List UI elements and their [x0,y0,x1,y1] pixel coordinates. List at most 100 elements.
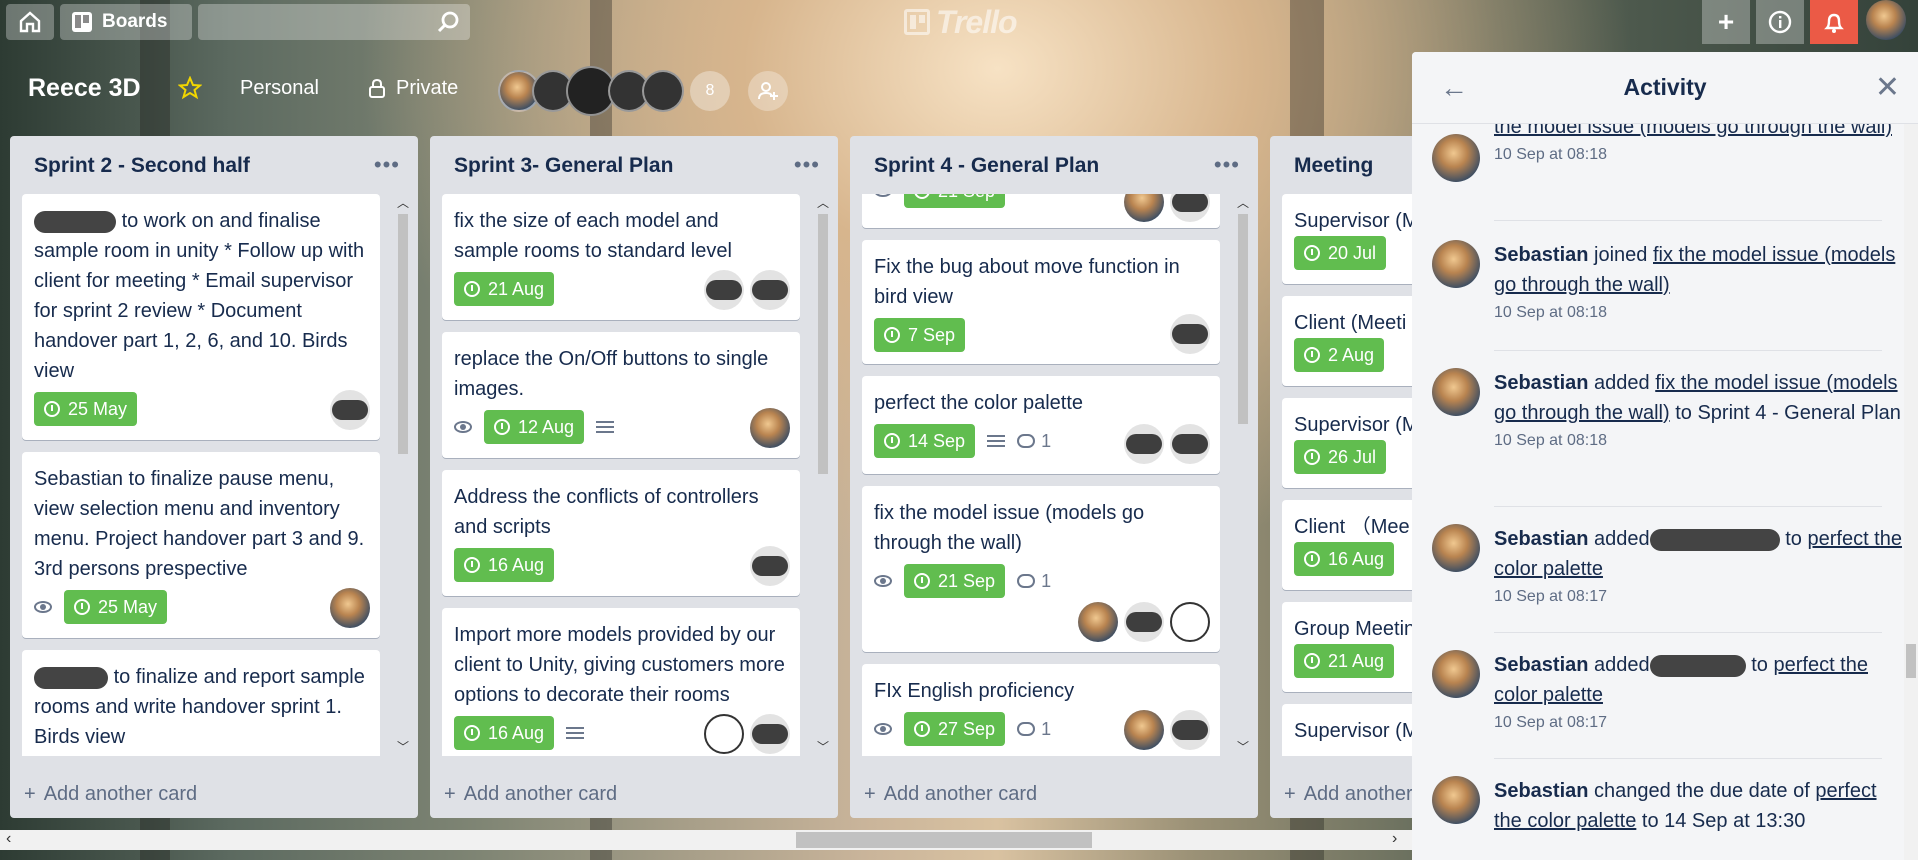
boards-button[interactable]: Boards [60,4,192,40]
due-date-badge[interactable]: 20 Jul [1294,236,1387,270]
member-avatar[interactable] [750,270,790,310]
card[interactable]: to finalize and report sample rooms and … [22,650,380,756]
scroll-up-arrow-icon[interactable]: ︿ [396,196,410,210]
member-avatar[interactable] [1170,424,1210,464]
due-date-badge[interactable]: 12 Aug [484,410,585,444]
add-card-button[interactable]: + Add another card [444,783,617,806]
list-menu-button[interactable]: ••• [374,152,400,178]
star-icon[interactable] [178,76,202,100]
activity-actor[interactable]: Sebastian [1494,654,1588,676]
card[interactable]: fix the model issue (models go through t… [862,486,1220,652]
info-button[interactable] [1756,0,1804,44]
member-avatar[interactable] [330,390,370,430]
due-date-badge[interactable]: 26 Jul [1294,440,1387,474]
scroll-up-arrow-icon[interactable]: ︿ [1236,196,1250,210]
due-date-badge[interactable]: 21 Aug [454,272,555,306]
member-avatar[interactable] [1170,194,1210,222]
activity-actor[interactable]: Sebastian [1494,780,1588,802]
avatar[interactable] [1432,368,1480,416]
due-date-badge[interactable]: 14 Sep [874,424,976,458]
scroll-right-arrow-icon[interactable]: › [1392,830,1397,848]
member-avatar[interactable] [750,546,790,586]
add-card-button[interactable]: + Add another card [24,783,197,806]
add-card-button[interactable]: + Add another card [864,783,1037,806]
avatar[interactable] [1432,134,1480,182]
search-icon[interactable] [436,10,460,34]
due-date-badge[interactable]: 16 Aug [454,548,555,582]
card[interactable]: to work on and finalise sample room in u… [22,194,380,440]
scroll-thumb[interactable] [1906,644,1916,678]
due-date-badge[interactable]: 21 Sep [904,194,1006,208]
list-title[interactable]: Sprint 4 - General Plan [874,154,1099,178]
scroll-up-arrow-icon[interactable]: ︿ [816,196,830,210]
member-avatar[interactable] [1170,314,1210,354]
card[interactable]: Address the conflicts of controllers and… [442,470,800,596]
board-horizontal-scrollbar[interactable]: ‹ › [0,830,1412,850]
avatar[interactable] [1432,524,1480,572]
due-date-badge[interactable]: 25 May [64,590,168,624]
home-button[interactable] [6,4,54,40]
notifications-button[interactable] [1810,0,1858,44]
member-avatar[interactable] [1170,602,1210,642]
member-avatar[interactable] [1170,710,1210,750]
activity-actor[interactable]: Sebastian [1494,372,1588,394]
list-scrollbar[interactable]: ︿ ﹀ [396,196,410,754]
member-avatar[interactable] [642,70,684,112]
scroll-down-arrow-icon[interactable]: ﹀ [1236,740,1250,754]
activity-time[interactable]: 10 Sep at 08:18 [1494,430,1902,452]
scroll-thumb[interactable] [398,214,408,454]
card[interactable]: perfect the color palette 14 Sep 1 [862,376,1220,474]
board-title[interactable]: Reece 3D [18,68,151,108]
member-avatar[interactable] [704,714,744,754]
card[interactable]: Import more models provided by our clien… [442,608,800,756]
visibility-button[interactable]: Private [356,68,470,108]
list-scrollbar[interactable]: ︿ ﹀ [1236,196,1250,754]
list-title[interactable]: Sprint 2 - Second half [34,154,250,178]
list-scrollbar[interactable]: ︿ ﹀ [816,196,830,754]
activity-actor[interactable]: Sebastian [1494,244,1588,266]
member-avatar[interactable] [704,270,744,310]
member-avatar[interactable] [1124,424,1164,464]
member-avatar[interactable] [1124,194,1164,222]
member-avatar[interactable] [1124,710,1164,750]
scroll-thumb[interactable] [818,214,828,474]
due-date-badge[interactable]: 21 Aug [1294,644,1395,678]
activity-time[interactable]: 10 Sep at 08:17 [1494,586,1902,608]
activity-time[interactable]: 10 Sep at 08:18 [1494,144,1902,166]
card[interactable]: 21 Sep [862,194,1220,228]
due-date-badge[interactable]: 16 Aug [1294,542,1395,576]
list-menu-button[interactable]: ••• [1214,152,1240,178]
activity-time[interactable]: 10 Sep at 08:18 [1494,302,1902,324]
create-button[interactable]: + [1702,0,1750,44]
avatar[interactable] [1432,776,1480,824]
card[interactable]: FIx English proficiency 27 Sep 1 [862,664,1220,756]
close-icon[interactable]: ✕ [1875,70,1900,105]
member-count[interactable]: 8 [690,71,730,111]
card[interactable]: fix the size of each model and sample ro… [442,194,800,320]
due-date-badge[interactable]: 21 Sep [904,564,1006,598]
list-menu-button[interactable]: ••• [794,152,820,178]
due-date-badge[interactable]: 16 Aug [454,716,555,750]
due-date-badge[interactable]: 27 Sep [904,712,1006,746]
scroll-down-arrow-icon[interactable]: ﹀ [396,740,410,754]
team-button[interactable]: Personal [228,68,331,108]
activity-actor[interactable]: Sebastian [1494,528,1588,550]
search-input[interactable] [198,4,470,40]
member-avatar[interactable] [750,714,790,754]
back-arrow-icon[interactable]: ← [1440,72,1468,104]
due-date-badge[interactable]: 25 May [34,392,138,426]
card[interactable]: Fix the bug about move function in bird … [862,240,1220,364]
scroll-thumb[interactable] [1238,214,1248,424]
card[interactable]: Sebastian to finalize pause menu, view s… [22,452,380,638]
card[interactable]: replace the On/Off buttons to single ima… [442,332,800,458]
scroll-thumb[interactable] [796,832,1092,848]
invite-button[interactable] [748,71,788,111]
user-avatar[interactable] [1866,0,1906,40]
scroll-down-arrow-icon[interactable]: ﹀ [816,740,830,754]
activity-scrollbar[interactable] [1904,124,1918,860]
list-title[interactable]: Sprint 3- General Plan [454,154,673,178]
due-date-badge[interactable]: 2 Aug [1294,338,1385,372]
due-date-badge[interactable]: 7 Sep [874,318,966,352]
avatar[interactable] [1432,650,1480,698]
trello-logo[interactable]: Trello [904,4,1018,40]
